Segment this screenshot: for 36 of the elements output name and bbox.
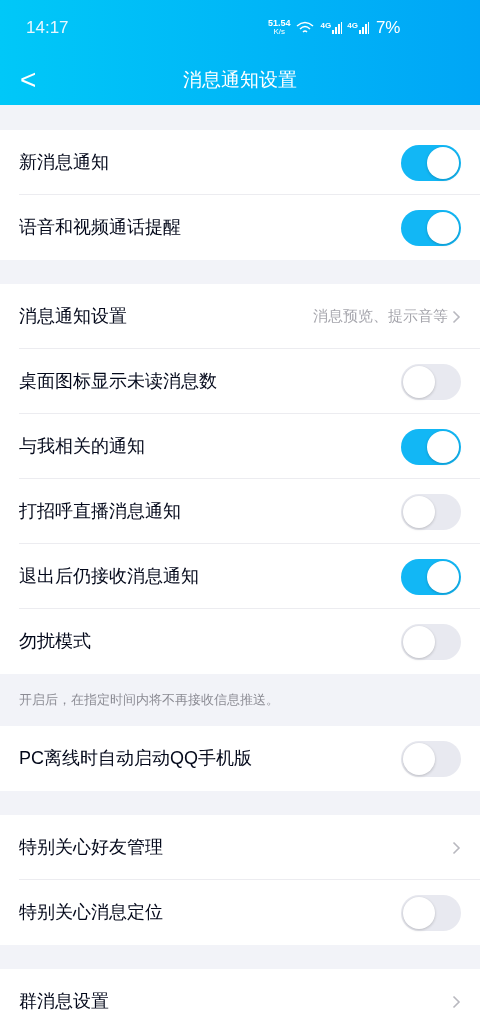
toggle-switch[interactable] [401,363,461,400]
note-text: 开启后，在指定时间内将不再接收信息推送。 [19,691,279,710]
setting-label: 特别关心消息定位 [19,901,164,924]
setting-label: 退出后仍接收消息通知 [19,565,200,588]
setting-label[interactable]: 特别关心好友管理 [19,834,452,861]
setting-label: 勿扰模式 [19,630,92,653]
setting-label: 语音和视频通话提醒 [19,216,182,239]
setting-label: 桌面图标显示未读消息数 [19,370,218,393]
chevron-right-icon [452,309,461,324]
setting-label: PC离线时自动启动QQ手机版 [19,747,253,770]
wifi-icon [295,20,316,35]
speed-value: 51.54 [268,19,291,28]
row-value: 消息预览、提示音等 [313,306,448,327]
toggle-switch[interactable] [401,740,461,777]
setting-label: 新消息通知 [19,151,110,174]
chevron-right-icon [452,840,461,855]
page-title: 消息通知设置 [183,67,297,92]
speed-unit: K/s [273,28,286,36]
signal-icon [358,21,369,34]
setting-label[interactable]: 群消息设置 [19,988,452,1013]
toggle-switch[interactable] [401,558,461,595]
network-type: 4G [347,21,358,30]
setting-label[interactable]: 消息通知设置 [19,303,313,330]
chevron-right-icon [452,994,461,1009]
toggle-switch[interactable] [401,209,461,246]
signal-icon [332,21,343,34]
toggle-switch[interactable] [401,144,461,181]
status-time: 14:17 [26,16,70,39]
toggle-switch[interactable] [401,623,461,660]
toggle-switch[interactable] [401,493,461,530]
battery-level: 7% [375,16,401,39]
network-type: 4G [320,21,332,30]
setting-label: 与我相关的通知 [19,435,146,458]
setting-label: 打招呼直播消息通知 [19,500,182,523]
toggle-switch[interactable] [401,428,461,465]
toggle-switch[interactable] [401,894,461,931]
